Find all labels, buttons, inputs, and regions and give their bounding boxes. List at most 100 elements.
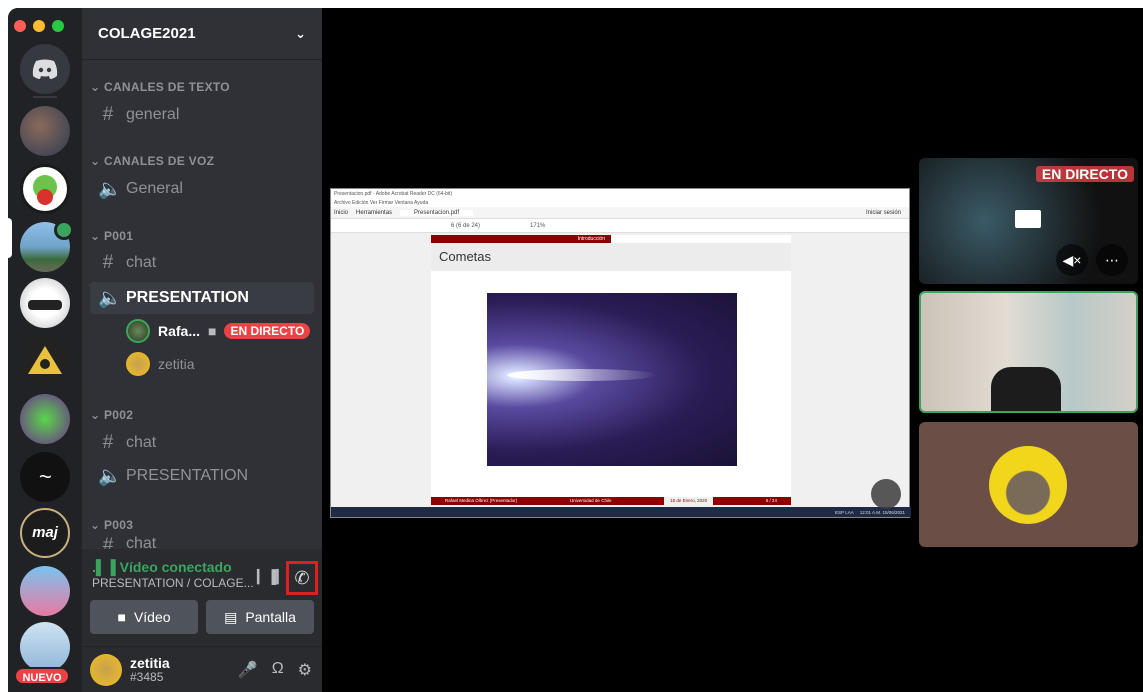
- channel-chat-p001[interactable]: # chat: [90, 247, 314, 279]
- windows-taskbar: ESP LAA 12:01 A.M. 15/06/2021: [331, 507, 911, 517]
- minimize-window-button[interactable]: [33, 20, 45, 32]
- server-icon-9[interactable]: [20, 566, 70, 616]
- user-avatar[interactable]: [90, 653, 122, 686]
- category-text-channels[interactable]: ⌄ CANALES DE TEXTO: [90, 80, 230, 94]
- slide-footer-author: Rafael Medina Olbrez (Presentador): [445, 498, 518, 503]
- user-tag: #3485: [130, 669, 164, 684]
- server-icon-1[interactable]: [20, 106, 70, 156]
- server-icon-maj[interactable]: maj: [20, 508, 70, 558]
- window-controls: [14, 20, 64, 32]
- channel-chat-p002[interactable]: # chat: [90, 427, 314, 459]
- phone-disconnect-icon: ✆: [294, 567, 310, 588]
- video-stage: Presentacion.pdf - Adobe Acrobat Reader …: [322, 8, 1143, 692]
- live-badge: EN DIRECTO: [224, 323, 311, 339]
- category-p003[interactable]: ⌄ P003: [90, 518, 133, 532]
- video-status-icon: [54, 220, 74, 240]
- pdf-zoom[interactable]: 171%: [530, 223, 545, 229]
- slide-footer-page: 6 / 24: [765, 498, 777, 503]
- server-icon-4[interactable]: [20, 278, 70, 328]
- pdf-menu: Archivo Edición Ver Firmar Ventana Ayuda: [331, 199, 909, 207]
- category-voice-channels[interactable]: ⌄ CANALES DE VOZ: [90, 154, 214, 168]
- voice-connection-panel: .▌▐ Vídeo conectado PRESENTATION / COLAG…: [82, 549, 322, 692]
- slide-page: Introducción Cometas Rafael Medina Olbre…: [431, 235, 791, 505]
- maximize-window-button[interactable]: [52, 20, 64, 32]
- voice-user-zetitia[interactable]: zetitia: [126, 352, 195, 376]
- slide-section: Introducción: [431, 235, 611, 243]
- voice-user-rafa[interactable]: Rafa... ■ EN DIRECTO: [126, 319, 311, 343]
- voice-user-name: zetitia: [158, 356, 195, 372]
- pdf-tab-file[interactable]: Presentacion.pdf: [400, 209, 474, 216]
- screen-share-stream[interactable]: Presentacion.pdf - Adobe Acrobat Reader …: [330, 188, 911, 518]
- voice-user-name: Rafa...: [158, 323, 201, 339]
- server-icon-5[interactable]: [20, 336, 70, 386]
- channel-presentation-p001[interactable]: 🔈 PRESENTATION: [90, 282, 314, 314]
- server-icon-2[interactable]: [20, 164, 70, 214]
- speaker-icon: 🔈: [98, 179, 122, 200]
- username: zetitia: [130, 654, 170, 671]
- chair-image: [991, 367, 1061, 411]
- speaker-icon: 🔈: [98, 288, 122, 309]
- pdf-page-info[interactable]: 6 (6 de 24): [451, 223, 480, 229]
- screen-share-button[interactable]: ▤ Pantalla: [206, 600, 314, 634]
- hashtag-icon: #: [102, 535, 114, 549]
- chevron-down-icon: ⌄: [295, 25, 306, 41]
- server-icon-6[interactable]: [20, 394, 70, 444]
- camera-icon: [1015, 210, 1041, 228]
- hashtag-icon: #: [102, 432, 114, 453]
- channel-chat-p003[interactable]: # chat: [90, 535, 314, 549]
- server-icon-10[interactable]: [20, 622, 70, 672]
- connection-location: PRESENTATION / COLAGE...: [92, 576, 254, 590]
- discord-window: ~ maj NUEVO COLAGE2021 ⌄ ⌄ CANALES DE TE…: [8, 8, 1143, 692]
- settings-gear-icon[interactable]: ⚙: [298, 660, 312, 680]
- avatar: [126, 319, 150, 343]
- pdf-tab-tools[interactable]: Herramientas: [356, 210, 392, 216]
- pdf-signin[interactable]: Iniciar sesión: [866, 210, 909, 216]
- headphones-icon[interactable]: Ω: [272, 660, 284, 680]
- pdf-tab-home[interactable]: Inicio: [334, 210, 348, 216]
- close-window-button[interactable]: [14, 20, 26, 32]
- microphone-icon[interactable]: 🎤: [238, 660, 258, 680]
- slide-footer-university: Universidad de Chile: [569, 498, 612, 503]
- video-button[interactable]: ■ Vídeo: [90, 600, 198, 634]
- volume-muted-icon[interactable]: ◀×: [1056, 244, 1088, 276]
- channel-presentation-p002[interactable]: 🔈 PRESENTATION: [90, 460, 314, 492]
- server-separator: [33, 96, 57, 98]
- live-badge: EN DIRECTO: [1035, 166, 1134, 182]
- stream-mute-icon[interactable]: [871, 479, 901, 509]
- speaker-icon: 🔈: [98, 466, 122, 487]
- category-p001[interactable]: ⌄ P001: [90, 229, 133, 243]
- screen-share-icon: ▤: [224, 608, 238, 625]
- channel-general-voice[interactable]: 🔈 General: [90, 173, 314, 205]
- server-header[interactable]: COLAGE2021 ⌄: [82, 8, 322, 60]
- pdf-window-title: Presentacion.pdf - Adobe Acrobat Reader …: [331, 189, 909, 199]
- hashtag-icon: #: [102, 104, 114, 125]
- camera-icon: ■: [208, 323, 217, 339]
- disconnect-button[interactable]: ✆: [286, 561, 318, 595]
- home-button[interactable]: [20, 44, 70, 94]
- slide-footer-date: 18 de Enero, 2020: [664, 497, 714, 505]
- connection-info[interactable]: .▌▐ Vídeo conectado PRESENTATION / COLAG…: [92, 559, 254, 590]
- noise-suppression-icon[interactable]: ▎▐▎: [257, 569, 286, 585]
- server-list: ~ maj NUEVO: [8, 8, 82, 692]
- user-avatar: [989, 446, 1067, 524]
- taskbar-language: ESP LAA: [835, 509, 854, 515]
- camera-icon: ■: [117, 609, 126, 625]
- new-badge[interactable]: NUEVO: [14, 667, 70, 685]
- signal-icon: .▌▐: [92, 559, 116, 575]
- channel-general-text[interactable]: # general: [90, 99, 314, 131]
- comet-image: [487, 293, 737, 466]
- slide-title: Cometas: [431, 243, 791, 271]
- hashtag-icon: #: [102, 252, 114, 273]
- avatar: [126, 352, 150, 376]
- video-tile-camera[interactable]: [919, 291, 1138, 413]
- taskbar-time: 12:01 A.M. 15/06/2021: [859, 509, 905, 515]
- server-name: COLAGE2021: [98, 25, 196, 42]
- discord-logo-icon: [32, 59, 58, 79]
- user-bar: zetitia #3485 🎤 Ω ⚙: [82, 646, 322, 692]
- video-tile-avatar[interactable]: [919, 422, 1138, 547]
- connection-status: Vídeo conectado: [119, 559, 232, 575]
- server-icon-7[interactable]: ~: [20, 452, 70, 502]
- category-p002[interactable]: ⌄ P002: [90, 408, 133, 422]
- more-options-icon[interactable]: ⋯: [1096, 244, 1128, 276]
- stream-tile-live[interactable]: EN DIRECTO ◀× ⋯: [919, 158, 1138, 284]
